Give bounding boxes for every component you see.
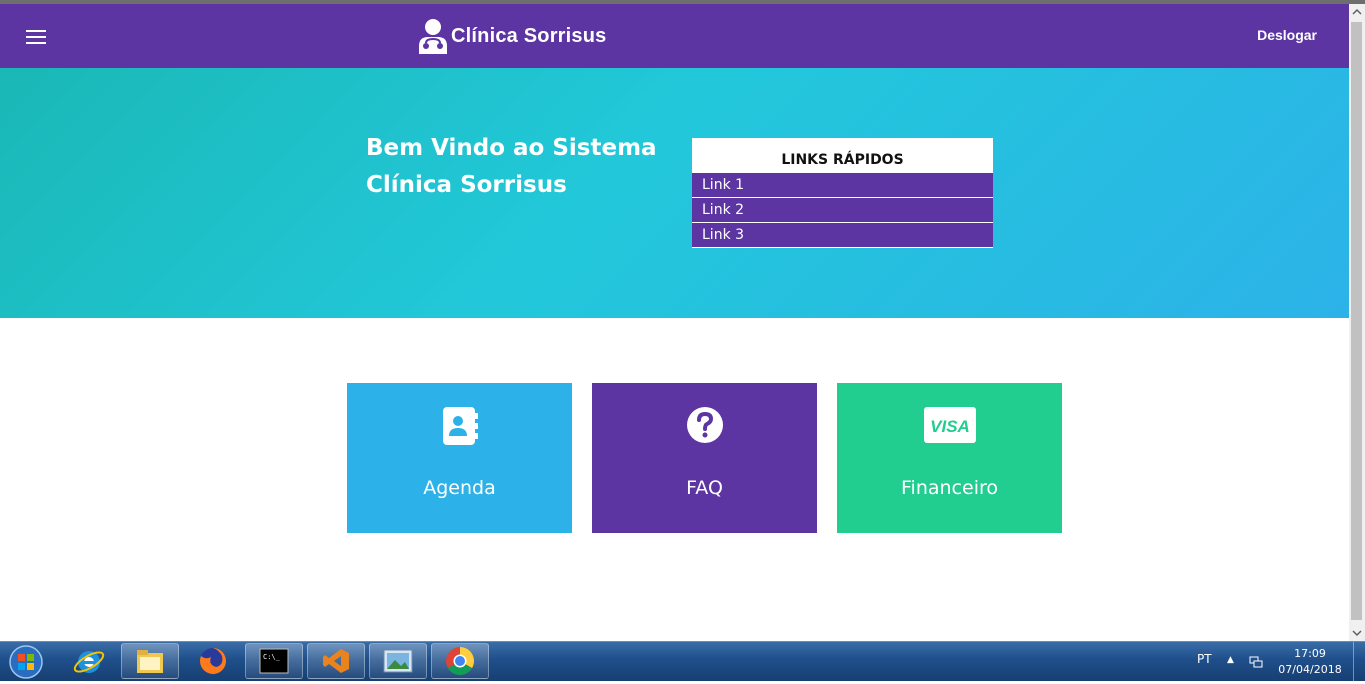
tile-faq[interactable]: FAQ — [592, 383, 817, 533]
cmd-text: C:\_ — [263, 653, 281, 661]
vertical-scrollbar[interactable] — [1349, 4, 1365, 641]
clock-time: 17:09 — [1294, 647, 1326, 660]
visual-studio-icon[interactable] — [307, 643, 365, 679]
address-book-icon — [442, 407, 478, 445]
tray-expand-icon[interactable]: ▲ — [1227, 655, 1234, 665]
quick-link-2[interactable]: Link 2 — [692, 198, 993, 223]
quick-links-panel: LINKS RÁPIDOS Link 1 Link 2 Link 3 — [692, 138, 993, 248]
tile-agenda[interactable]: Agenda — [347, 383, 572, 533]
quick-links-title: LINKS RÁPIDOS — [781, 152, 904, 168]
clock-date: 07/04/2018 — [1278, 663, 1342, 676]
doctor-icon — [419, 19, 447, 54]
image-viewer-icon[interactable] — [369, 643, 427, 679]
quick-link-3[interactable]: Link 3 — [692, 223, 993, 248]
menu-icon[interactable] — [26, 30, 46, 44]
logout-button[interactable]: Deslogar — [1257, 27, 1317, 43]
system-clock[interactable]: 17:09 07/04/2018 — [1270, 646, 1350, 678]
internet-explorer-icon[interactable] — [60, 643, 118, 679]
chrome-icon[interactable] — [431, 643, 489, 679]
tile-agenda-label: Agenda — [423, 477, 496, 499]
welcome-heading: Bem Vindo ao Sistema Clínica Sorrisus — [366, 130, 666, 204]
brand-title: Clínica Sorrisus — [451, 24, 607, 47]
navbar: Clínica Sorrisus Deslogar — [0, 4, 1349, 68]
scroll-down-arrow-icon[interactable] — [1349, 625, 1365, 641]
tile-faq-label: FAQ — [686, 477, 723, 499]
network-icon[interactable] — [1249, 654, 1263, 673]
windows-taskbar: C:\_ PT ▲ 17:09 07/04/2018 — [0, 641, 1365, 681]
show-desktop-button[interactable] — [1353, 642, 1365, 681]
scroll-up-arrow-icon[interactable] — [1349, 4, 1365, 20]
start-orb-icon[interactable] — [3, 643, 49, 680]
welcome-line-2: Clínica Sorrisus — [366, 172, 567, 198]
brand[interactable]: Clínica Sorrisus — [417, 18, 606, 54]
firefox-icon[interactable] — [184, 643, 242, 679]
visa-text: VISA — [930, 417, 970, 436]
quick-link-1[interactable]: Link 1 — [692, 173, 993, 198]
language-indicator[interactable]: PT — [1197, 652, 1212, 666]
command-prompt-icon[interactable]: C:\_ — [245, 643, 303, 679]
file-explorer-icon[interactable] — [121, 643, 179, 679]
tile-financeiro-label: Financeiro — [901, 477, 998, 499]
scrollbar-thumb[interactable] — [1351, 22, 1362, 620]
visa-card-icon: VISA — [923, 407, 976, 443]
hero-banner: Bem Vindo ao Sistema Clínica Sorrisus LI… — [0, 68, 1349, 318]
welcome-line-1: Bem Vindo ao Sistema — [366, 135, 657, 161]
tile-financeiro[interactable]: VISA Financeiro — [837, 383, 1062, 533]
question-circle-icon — [686, 407, 723, 443]
